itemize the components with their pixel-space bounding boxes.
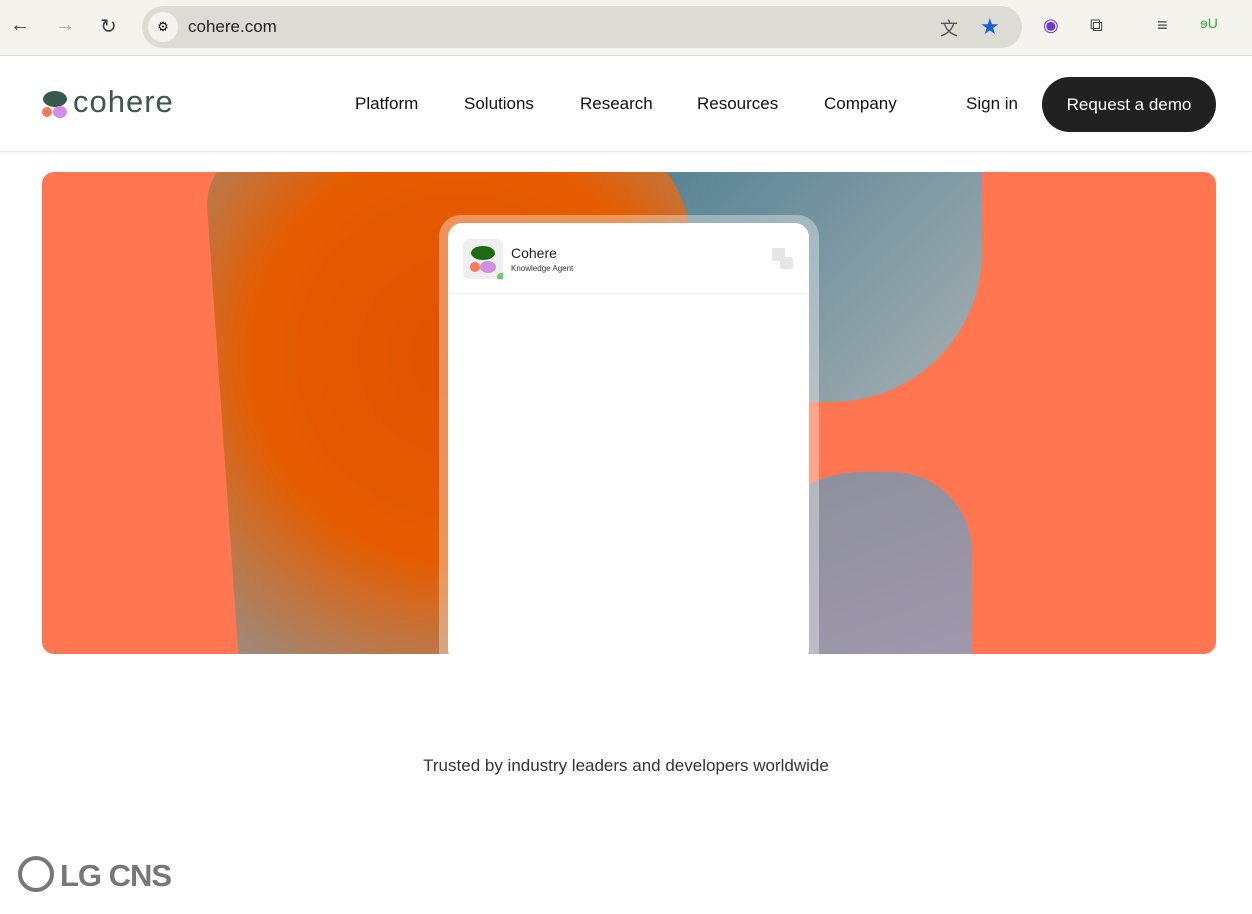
nav-company[interactable]: Company xyxy=(824,94,897,114)
translate-icon[interactable]: 文 xyxy=(940,15,958,41)
profile-avatar[interactable]: ɘU xyxy=(1200,15,1218,31)
url-text[interactable]: cohere.com xyxy=(188,17,277,37)
lg-cns-logo: LG CNS xyxy=(18,856,172,894)
nav-resources[interactable]: Resources xyxy=(697,94,778,114)
nav-solutions[interactable]: Solutions xyxy=(464,94,534,114)
agent-avatar xyxy=(463,239,505,281)
bookmark-star-icon[interactable]: ★ xyxy=(980,14,1000,40)
agent-chat-card: Cohere Knowledge Agent xyxy=(448,223,809,654)
agent-subtitle: Knowledge Agent xyxy=(511,264,574,273)
agent-name: Cohere xyxy=(511,245,557,261)
nav-platform[interactable]: Platform xyxy=(355,94,418,114)
sign-in-link[interactable]: Sign in xyxy=(966,94,1018,114)
reload-icon[interactable]: ↻ xyxy=(100,14,117,39)
cohere-logo-icon[interactable] xyxy=(42,90,70,120)
address-bar[interactable]: ⚙ cohere.com 文 ★ xyxy=(142,6,1022,48)
request-demo-button[interactable]: Request a demo xyxy=(1042,77,1216,132)
trusted-heading: Trusted by industry leaders and develope… xyxy=(423,756,829,775)
forward-icon[interactable]: → xyxy=(55,14,75,37)
back-icon[interactable]: ← xyxy=(10,14,30,37)
browser-toolbar: ← → ↻ ⚙ cohere.com 文 ★ ◉ ⧉ ≡ ɘU xyxy=(0,0,1252,56)
nav-research[interactable]: Research xyxy=(580,94,653,114)
site-settings-icon[interactable]: ⚙ xyxy=(148,12,178,42)
hero-banner: Cohere Knowledge Agent xyxy=(42,172,1216,654)
media-icon[interactable]: ≡ xyxy=(1157,15,1168,36)
lg-cns-text: LG CNS xyxy=(60,858,172,893)
extension-icon[interactable]: ◉ xyxy=(1043,15,1059,36)
logo-text[interactable]: cohere xyxy=(73,84,174,120)
extensions-puzzle-icon[interactable]: ⧉ xyxy=(1090,15,1103,36)
expand-icon[interactable] xyxy=(771,247,795,271)
